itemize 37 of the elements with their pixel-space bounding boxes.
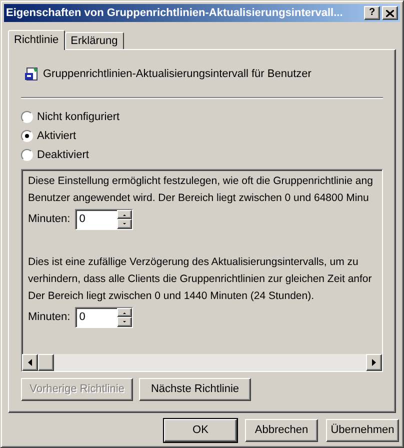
tab[interactable]: Richtlinie [8,30,65,50]
scroll-left-icon[interactable] [22,354,38,370]
radio-button[interactable] [21,149,33,161]
radio-option[interactable]: Nicht konfiguriert [21,108,383,126]
spin-up-icon[interactable] [117,210,132,218]
dialog-button[interactable]: Übernehmen [326,419,399,442]
document-icon [24,66,40,82]
close-button[interactable] [382,6,398,20]
radio-label: Aktiviert [37,128,76,144]
spin-down-icon[interactable] [117,316,132,326]
field-label: Minuten: [28,212,70,227]
dialog-button[interactable]: OK [164,419,237,442]
help-button[interactable]: ? [364,6,380,20]
radio-option[interactable]: Aktiviert [21,126,383,146]
radio-label: Deaktiviert [37,148,89,163]
dialog-button[interactable]: Nächste Richtlinie [139,378,251,400]
spin-down-icon[interactable] [117,218,132,228]
radio-label: Nicht konfiguriert [37,110,120,125]
scroll-thumb[interactable] [38,354,54,370]
radio-button[interactable] [21,111,33,123]
dialog-button[interactable]: Abbrechen [245,419,318,442]
radio-button[interactable] [21,130,33,142]
minutes-value: 0 [78,212,86,226]
scroll-right-icon[interactable] [366,354,382,370]
field-label: Minuten: [28,310,70,325]
window-title: Eigenschaften von Gruppenrichtlinien-Aktualisierungsintervall... [6,6,344,21]
minutes-value: 0 [78,310,86,324]
tab[interactable]: Erklärung [64,32,124,49]
close-icon [386,10,394,16]
horizontal-scrollbar[interactable] [22,354,382,370]
setting-description: Dies ist eine zufällige Verzögerung des Aktualisierungsintervalls, um zu verhindern, dass alle Clients die Gruppenrichtlinien zur gleichen Zeit anfor Der Bereich liegt zwischen 0 und 1440 Minuten (24 Stunden). [28,254,372,304]
policy-name: Gruppenrichtlinien-Aktualisierungsintervall für Benutzer [43,67,312,82]
radio-option[interactable]: Deaktiviert [21,146,383,164]
spin-up-icon[interactable] [117,308,132,316]
minutes-spinner[interactable]: 0 [75,306,134,328]
minutes-spinner[interactable]: 0 [75,208,134,230]
setting-description: Diese Einstellung ermöglicht festzulegen, wie oft die Gruppenrichtlinie ang Benutzer angewendet wird. Der Bereich liegt zwischen 0 und 64800 Minu [28,174,373,206]
